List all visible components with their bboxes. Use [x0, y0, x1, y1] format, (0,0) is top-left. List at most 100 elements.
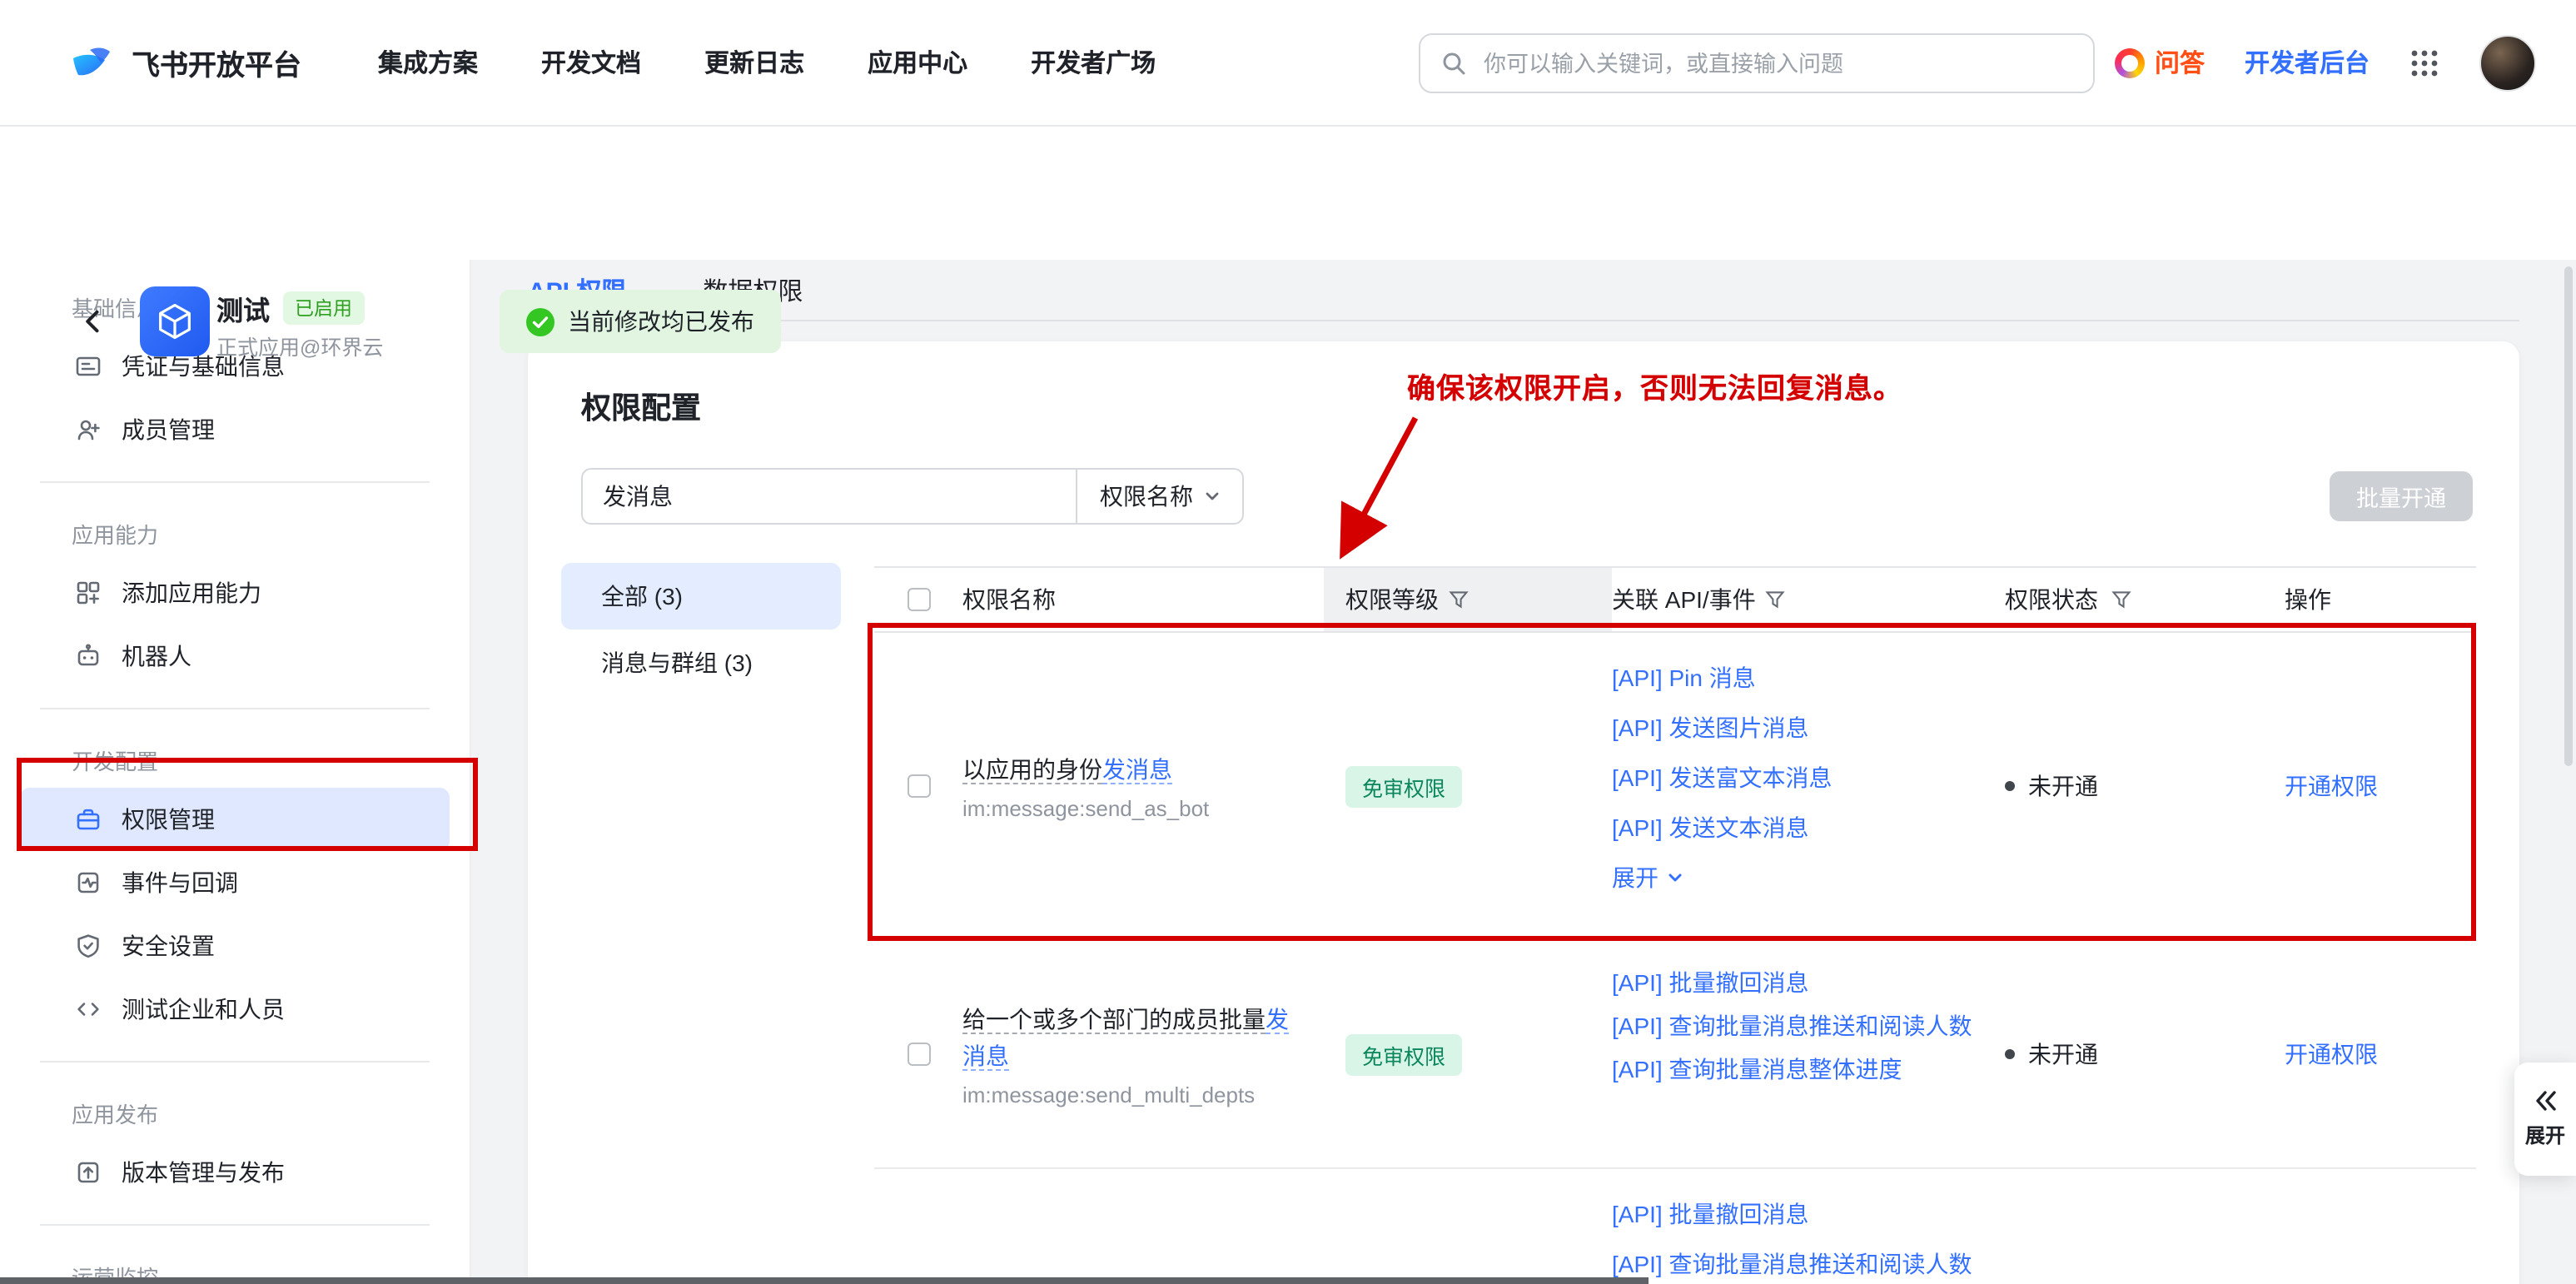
- app-name: 测试: [216, 288, 270, 328]
- app-subtitle: 正式应用@环界云: [216, 330, 383, 361]
- sidebar-item-add-capability[interactable]: 添加应用能力: [20, 561, 450, 625]
- permission-name: 以应用的身份发消息: [962, 751, 1172, 788]
- api-link[interactable]: [API] 批量撤回消息: [1612, 961, 1992, 1004]
- filter-funnel-icon[interactable]: [2111, 590, 2131, 610]
- search-input[interactable]: [1480, 49, 2073, 77]
- feishu-logo-icon: [67, 37, 117, 87]
- version-release-icon: [75, 1159, 102, 1186]
- permission-tabs: API 权限 数据权限: [528, 260, 2519, 321]
- qa-link[interactable]: 问答: [2115, 45, 2205, 80]
- header-permission-status: 权限状态: [2005, 583, 2098, 616]
- apps-grid-icon[interactable]: [2409, 47, 2439, 77]
- status-text: 未开通: [2028, 1038, 2098, 1071]
- chevron-down-icon: [1203, 488, 1220, 505]
- permission-search-group: 权限名称: [581, 468, 1244, 525]
- permission-name: 给一个或多个部门的成员批量发消息: [962, 1001, 1300, 1074]
- user-avatar[interactable]: [2479, 34, 2536, 91]
- header-action: 操作: [2285, 583, 2331, 616]
- permission-table: 权限名称 权限等级 关联 API/事件 权限状态: [874, 566, 2476, 1284]
- batch-open-button[interactable]: 批量开通: [2330, 471, 2473, 521]
- permission-icon: [75, 806, 102, 833]
- brand-name: 飞书开放平台: [132, 42, 301, 83]
- permission-code: im:message:send_multi_depts: [962, 1082, 1255, 1107]
- nav-item-docs[interactable]: 开发文档: [541, 45, 641, 80]
- table-row-send-as-bot: 以应用的身份发消息 im:message:send_as_bot 免审权限 [A…: [874, 633, 2476, 941]
- nav-item-changelog[interactable]: 更新日志: [704, 45, 804, 80]
- open-permission-link[interactable]: 开通权限: [2285, 1038, 2378, 1071]
- sidebar-item-version-release[interactable]: 版本管理与发布: [20, 1141, 450, 1204]
- sidebar-item-events[interactable]: 事件与回调: [20, 851, 450, 914]
- sidebar-item-permissions[interactable]: 权限管理: [20, 788, 450, 851]
- sidebar-section-dev-config: 开发配置: [0, 729, 470, 788]
- level-badge: 免审权限: [1345, 765, 1462, 807]
- category-messaging[interactable]: 消息与群组 (3): [561, 630, 841, 696]
- top-navigation: 飞书开放平台 集成方案 开发文档 更新日志 应用中心 开发者广场 问答 开发者后…: [0, 0, 2576, 127]
- publish-status-pill: 当前修改均已发布: [500, 290, 781, 353]
- api-link[interactable]: [API] Pin 消息: [1612, 653, 1992, 703]
- api-link[interactable]: [API] 发送文本消息: [1612, 803, 1992, 853]
- row-checkbox[interactable]: [907, 1043, 930, 1066]
- open-permission-link[interactable]: 开通权限: [2285, 769, 2378, 803]
- credential-icon: [75, 353, 102, 380]
- nav-item-dev-plaza[interactable]: 开发者广场: [1031, 45, 1156, 80]
- sidebar-item-bot[interactable]: 机器人: [20, 625, 450, 688]
- row-checkbox[interactable]: [907, 774, 930, 798]
- status-dot: [2005, 781, 2015, 791]
- code-brackets-icon: [75, 996, 102, 1023]
- level-badge: 免审权限: [1345, 1033, 1462, 1075]
- brand[interactable]: 飞书开放平台: [67, 37, 301, 87]
- api-link[interactable]: [API] 批量撤回消息: [1612, 1189, 1992, 1239]
- search-field-select[interactable]: 权限名称: [1076, 470, 1242, 523]
- app-name-row: 测试 已启用: [216, 288, 364, 328]
- sidebar-divider: [40, 1224, 430, 1226]
- permission-search-input[interactable]: [583, 470, 1076, 523]
- sidebar-section-capability: 应用能力: [0, 503, 470, 561]
- select-all-checkbox[interactable]: [907, 588, 930, 611]
- app-header: 测试 已启用 正式应用@环界云 当前修改均已发布: [0, 128, 2576, 260]
- members-icon: [75, 416, 102, 443]
- api-link[interactable]: [API] 查询批量消息推送和阅读人数: [1612, 1239, 1992, 1284]
- global-search[interactable]: [1419, 33, 2095, 93]
- developer-console-link[interactable]: 开发者后台: [2245, 45, 2370, 80]
- annotation-note: 确保该权限开启，否则无法回复消息。: [1407, 365, 1902, 406]
- sidebar-divider: [40, 1061, 430, 1063]
- keyword-highlight-link[interactable]: 发消息: [1102, 756, 1172, 784]
- sidebar-item-test-org[interactable]: 测试企业和人员: [20, 978, 450, 1041]
- qa-icon: [2115, 47, 2145, 77]
- nav-item-app-center[interactable]: 应用中心: [868, 45, 967, 80]
- app-icon: [140, 286, 210, 356]
- header-permission-name: 权限名称: [962, 583, 1056, 616]
- table-row-send-multi-depts: 给一个或多个部门的成员批量发消息 im:message:send_multi_d…: [874, 941, 2476, 1169]
- chevron-down-icon: [1667, 869, 1683, 886]
- event-callback-icon: [75, 869, 102, 896]
- table-row-send-multi-users: 给多个用户批量发消息 [API] 批量撤回消息 [API] 查询批量消息推送和阅…: [874, 1169, 2476, 1284]
- sidebar-divider: [40, 708, 430, 709]
- main-nav: 集成方案 开发文档 更新日志 应用中心 开发者广场: [378, 45, 1156, 80]
- page: 飞书开放平台 集成方案 开发文档 更新日志 应用中心 开发者广场 问答 开发者后…: [0, 0, 2576, 1284]
- status-dot: [2005, 1049, 2015, 1059]
- table-header-row: 权限名称 权限等级 关联 API/事件 权限状态: [874, 566, 2476, 633]
- horizontal-scrollbar[interactable]: [0, 1277, 1649, 1284]
- sidebar-item-security[interactable]: 安全设置: [20, 914, 450, 978]
- category-list: 全部 (3) 消息与群组 (3): [561, 563, 841, 696]
- nav-item-integration[interactable]: 集成方案: [378, 45, 478, 80]
- sidebar-divider: [40, 481, 430, 483]
- expand-panel-label: 展开: [2525, 1121, 2565, 1149]
- api-link[interactable]: [API] 查询批量消息推送和阅读人数: [1612, 1004, 1992, 1048]
- api-link[interactable]: [API] 发送富文本消息: [1612, 753, 1992, 803]
- permission-code: im:message:send_as_bot: [962, 796, 1209, 821]
- filter-funnel-icon[interactable]: [1766, 590, 1786, 610]
- topnav-right: 问答 开发者后台: [2115, 34, 2536, 91]
- back-button[interactable]: [73, 301, 113, 341]
- filter-funnel-icon[interactable]: [1449, 590, 1469, 610]
- api-link[interactable]: [API] 发送图片消息: [1612, 703, 1992, 753]
- api-link[interactable]: [API] 查询批量消息整体进度: [1612, 1048, 1992, 1091]
- header-permission-level: 权限等级: [1345, 583, 1439, 616]
- vertical-scrollbar[interactable]: [2564, 266, 2573, 766]
- status-text: 未开通: [2028, 769, 2098, 803]
- sidebar-item-members[interactable]: 成员管理: [20, 398, 450, 461]
- category-all[interactable]: 全部 (3): [561, 563, 841, 630]
- page-title: 权限配置: [581, 385, 701, 428]
- side-panel-expand-button[interactable]: 展开: [2514, 1063, 2576, 1176]
- expand-api-list-link[interactable]: 展开: [1612, 853, 1992, 903]
